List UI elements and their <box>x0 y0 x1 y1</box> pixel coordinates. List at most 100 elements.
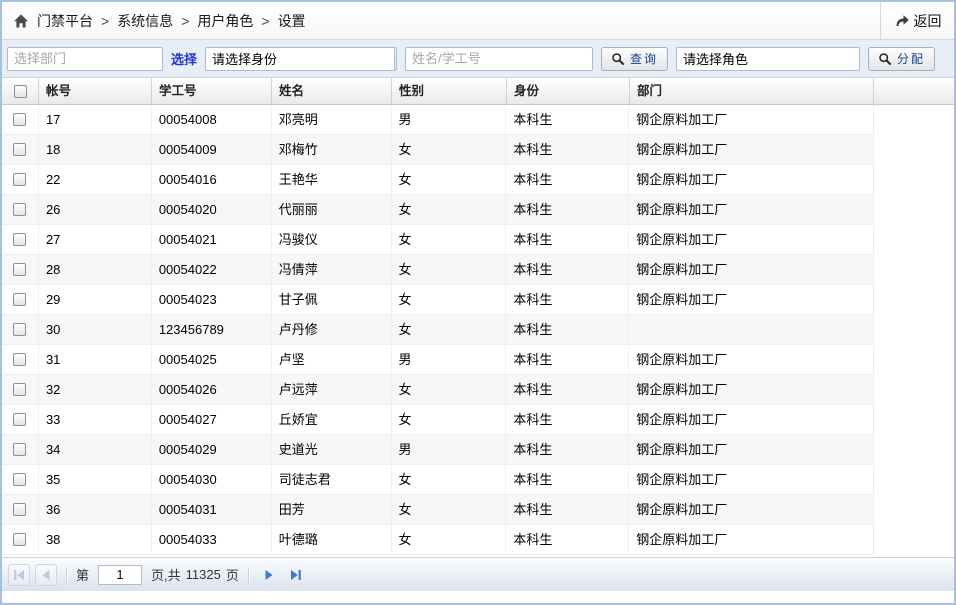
cell-department: 钢企原料加工厂 <box>629 495 873 524</box>
row-checkbox[interactable] <box>13 383 26 396</box>
cell-student-id: 123456789 <box>152 315 272 344</box>
breadcrumb-item-settings[interactable]: 设置 <box>278 11 306 31</box>
chevron-down-icon[interactable] <box>394 48 397 70</box>
page-suffix-after: 页 <box>226 565 239 584</box>
row-checkbox[interactable] <box>13 503 26 516</box>
row-checkbox[interactable] <box>13 413 26 426</box>
cell-identity: 本科生 <box>506 525 629 554</box>
row-checkbox-cell <box>2 525 39 554</box>
table-row[interactable]: 38 00054033 叶德璐 女 本科生 钢企原料加工厂 <box>2 525 874 555</box>
cell-account: 29 <box>39 285 152 314</box>
filter-toolbar: 选择 查询 分配 <box>2 40 954 78</box>
row-checkbox[interactable] <box>13 533 26 546</box>
cell-student-id: 00054021 <box>152 225 272 254</box>
name-or-id-input[interactable] <box>405 47 593 71</box>
cell-gender: 男 <box>392 105 507 134</box>
cell-name: 冯骏仪 <box>272 225 392 254</box>
prev-page-icon[interactable] <box>35 564 57 586</box>
column-header-department[interactable]: 部门 <box>630 78 874 104</box>
row-checkbox[interactable] <box>13 233 26 246</box>
row-checkbox-cell <box>2 315 39 344</box>
page-number-input[interactable] <box>98 565 142 585</box>
table-row[interactable]: 33 00054027 丘娇宜 女 本科生 钢企原料加工厂 <box>2 405 874 435</box>
column-header-name[interactable]: 姓名 <box>272 78 392 104</box>
row-checkbox[interactable] <box>13 113 26 126</box>
table-row[interactable]: 22 00054016 王艳华 女 本科生 钢企原料加工厂 <box>2 165 874 195</box>
breadcrumb: 门禁平台 > 系统信息 > 用户角色 > 设置 <box>2 2 880 39</box>
table-row[interactable]: 29 00054023 甘子佩 女 本科生 钢企原料加工厂 <box>2 285 874 315</box>
breadcrumb-item-system-info[interactable]: 系统信息 <box>117 11 173 31</box>
page-suffix-before: 页,共 <box>151 565 181 584</box>
first-page-icon[interactable] <box>8 564 30 586</box>
table-row[interactable]: 18 00054009 邓梅竹 女 本科生 钢企原料加工厂 <box>2 135 874 165</box>
row-checkbox[interactable] <box>13 203 26 216</box>
cell-department: 钢企原料加工厂 <box>629 525 873 554</box>
breadcrumb-item-platform[interactable]: 门禁平台 <box>37 11 93 31</box>
cell-name: 叶德璐 <box>272 525 392 554</box>
cell-gender: 女 <box>392 525 507 554</box>
cell-name: 王艳华 <box>272 165 392 194</box>
role-combobox[interactable] <box>676 47 860 71</box>
department-input[interactable] <box>7 47 163 71</box>
query-button[interactable]: 查询 <box>601 47 668 71</box>
cell-student-id: 00054020 <box>152 195 272 224</box>
cell-gender: 女 <box>392 405 507 434</box>
table-row[interactable]: 28 00054022 冯倩萍 女 本科生 钢企原料加工厂 <box>2 255 874 285</box>
identity-combobox[interactable] <box>205 47 397 71</box>
column-header-student-id[interactable]: 学工号 <box>152 78 272 104</box>
table-row[interactable]: 34 00054029 史道光 男 本科生 钢企原料加工厂 <box>2 435 874 465</box>
row-checkbox[interactable] <box>13 353 26 366</box>
home-icon <box>13 13 29 29</box>
row-checkbox-cell <box>2 435 39 464</box>
cell-student-id: 00054030 <box>152 465 272 494</box>
select-department-link[interactable]: 选择 <box>171 49 197 68</box>
cell-identity: 本科生 <box>506 405 629 434</box>
page-prefix-label: 第 <box>76 565 89 584</box>
table-row[interactable]: 17 00054008 邓亮明 男 本科生 钢企原料加工厂 <box>2 105 874 135</box>
next-page-icon[interactable] <box>258 564 280 586</box>
row-checkbox[interactable] <box>13 263 26 276</box>
table-row[interactable]: 26 00054020 代丽丽 女 本科生 钢企原料加工厂 <box>2 195 874 225</box>
table-row[interactable]: 36 00054031 田芳 女 本科生 钢企原料加工厂 <box>2 495 874 525</box>
cell-gender: 女 <box>392 285 507 314</box>
identity-combobox-value[interactable] <box>206 48 394 70</box>
row-checkbox[interactable] <box>13 173 26 186</box>
cell-department: 钢企原料加工厂 <box>629 225 873 254</box>
row-checkbox-cell <box>2 225 39 254</box>
cell-name: 卢坚 <box>272 345 392 374</box>
cell-identity: 本科生 <box>506 165 629 194</box>
cell-account: 32 <box>39 375 152 404</box>
table-row[interactable]: 31 00054025 卢坚 男 本科生 钢企原料加工厂 <box>2 345 874 375</box>
table-row[interactable]: 27 00054021 冯骏仪 女 本科生 钢企原料加工厂 <box>2 225 874 255</box>
cell-identity: 本科生 <box>506 105 629 134</box>
cell-account: 36 <box>39 495 152 524</box>
cell-student-id: 00054016 <box>152 165 272 194</box>
column-header-account[interactable]: 帐号 <box>39 78 152 104</box>
last-page-icon[interactable] <box>285 564 307 586</box>
cell-department: 钢企原料加工厂 <box>629 435 873 464</box>
row-checkbox-cell <box>2 165 39 194</box>
column-header-gender[interactable]: 性别 <box>392 78 507 104</box>
grid-body: 17 00054008 邓亮明 男 本科生 钢企原料加工厂 18 0005400… <box>2 105 954 557</box>
cell-identity: 本科生 <box>506 315 629 344</box>
table-row[interactable]: 35 00054030 司徒志君 女 本科生 钢企原料加工厂 <box>2 465 874 495</box>
cell-student-id: 00054022 <box>152 255 272 284</box>
role-combobox-value[interactable] <box>677 48 860 70</box>
select-all-checkbox[interactable] <box>14 85 27 98</box>
row-checkbox[interactable] <box>13 323 26 336</box>
assign-button[interactable]: 分配 <box>868 47 935 71</box>
row-checkbox[interactable] <box>13 473 26 486</box>
breadcrumb-item-user-role[interactable]: 用户角色 <box>197 11 253 31</box>
back-button[interactable]: 返回 <box>880 2 954 39</box>
table-row[interactable]: 30 123456789 卢丹修 女 本科生 <box>2 315 874 345</box>
table-row[interactable]: 32 00054026 卢远萍 女 本科生 钢企原料加工厂 <box>2 375 874 405</box>
row-checkbox[interactable] <box>13 143 26 156</box>
row-checkbox-cell <box>2 465 39 494</box>
cell-identity: 本科生 <box>506 435 629 464</box>
row-checkbox-cell <box>2 495 39 524</box>
row-checkbox[interactable] <box>13 293 26 306</box>
column-header-identity[interactable]: 身份 <box>507 78 630 104</box>
cell-gender: 女 <box>392 195 507 224</box>
assign-button-label: 分配 <box>897 50 925 67</box>
row-checkbox[interactable] <box>13 443 26 456</box>
